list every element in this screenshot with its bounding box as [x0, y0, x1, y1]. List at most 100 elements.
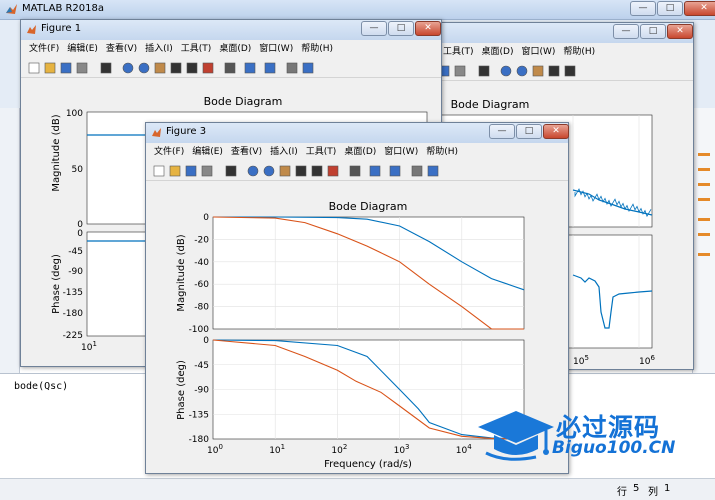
figure3-minimize-button[interactable]: —	[489, 124, 515, 139]
hide-tools-icon[interactable]	[410, 164, 424, 178]
print-icon[interactable]	[453, 64, 467, 78]
x-tick-label: 101	[269, 443, 285, 456]
insert-legend-icon[interactable]	[388, 164, 402, 178]
figure1-menu-item[interactable]: 查看(V)	[106, 40, 137, 58]
figure1-phase-tick-0: 0	[77, 229, 83, 239]
figure2-menu-item[interactable]: 帮助(H)	[563, 43, 595, 61]
figure1-phase-tick-180: -180	[63, 309, 84, 319]
save-icon[interactable]	[184, 164, 198, 178]
main-minimize-button[interactable]: —	[630, 1, 656, 16]
figure2-close-button[interactable]: ✕	[667, 24, 693, 39]
figure1-menu-item[interactable]: 文件(F)	[29, 40, 59, 58]
figure1-menu-item[interactable]: 桌面(D)	[219, 40, 251, 58]
figure1-menu-item[interactable]: 插入(I)	[145, 40, 173, 58]
data-cursor-icon[interactable]	[185, 61, 199, 75]
mag-tick-label: -60	[194, 280, 209, 290]
main-window-title: MATLAB R2018a	[22, 3, 105, 14]
x-tick-label: 100	[207, 443, 223, 456]
open-folder-icon[interactable]	[168, 164, 182, 178]
pan-icon[interactable]	[531, 64, 545, 78]
rotate-icon[interactable]	[294, 164, 308, 178]
figure1-maximize-button[interactable]: □	[388, 21, 414, 36]
show-tools-icon[interactable]	[426, 164, 440, 178]
figure2-menu-item[interactable]: 桌面(D)	[482, 43, 514, 61]
pan-icon[interactable]	[278, 164, 292, 178]
print-icon[interactable]	[200, 164, 214, 178]
insert-colorbar-icon[interactable]	[368, 164, 382, 178]
insert-legend-icon[interactable]	[263, 61, 277, 75]
brush-icon[interactable]	[201, 61, 215, 75]
figure2-minimize-button[interactable]: —	[613, 24, 639, 39]
link-icon[interactable]	[348, 164, 362, 178]
figure2-titlebar: — □ ✕	[399, 23, 693, 43]
zoom-in-icon[interactable]	[121, 61, 135, 75]
figure1-titlebar: Figure 1 — □ ✕	[21, 20, 441, 40]
figure2-maximize-button[interactable]: □	[640, 24, 666, 39]
figure1-mag-tick-50: 50	[72, 165, 84, 175]
figure3-menu-item[interactable]: 帮助(H)	[426, 143, 458, 161]
data-cursor-icon[interactable]	[563, 64, 577, 78]
graduation-cap-icon	[478, 411, 554, 461]
figure1-xtick-1: 101	[81, 340, 97, 353]
figure1-phase-ylabel: Phase (deg)	[51, 254, 62, 314]
figure2-xtick-1: 105	[573, 354, 589, 367]
figure2-menu-item[interactable]: 工具(T)	[443, 43, 474, 61]
figure3-title: Figure 3	[166, 126, 207, 137]
figure1-title: Figure 1	[41, 23, 82, 34]
pan-icon[interactable]	[153, 61, 167, 75]
figure1-menu-item[interactable]: 工具(T)	[181, 40, 212, 58]
rotate-icon[interactable]	[169, 61, 183, 75]
new-file-icon[interactable]	[27, 61, 41, 75]
figure1-menu-item[interactable]: 帮助(H)	[301, 40, 333, 58]
figure3-menu-item[interactable]: 编辑(E)	[192, 143, 223, 161]
figure3-maximize-button[interactable]: □	[516, 124, 542, 139]
figure3-menu-item[interactable]: 桌面(D)	[344, 143, 376, 161]
figure3-menu-item[interactable]: 工具(T)	[306, 143, 337, 161]
x-tick-label: 104	[456, 443, 472, 456]
figure3-window-controls: — □ ✕	[489, 124, 569, 139]
pointer-icon[interactable]	[99, 61, 113, 75]
figure3-menu-item[interactable]: 文件(F)	[154, 143, 184, 161]
figure1-menu-item[interactable]: 窗口(W)	[259, 40, 293, 58]
link-icon[interactable]	[223, 61, 237, 75]
figure1-minimize-button[interactable]: —	[361, 21, 387, 36]
figure2-menu-item[interactable]: 窗口(W)	[521, 43, 555, 61]
figure2-window-controls: — □ ✕	[613, 24, 693, 39]
pointer-icon[interactable]	[224, 164, 238, 178]
pointer-icon[interactable]	[477, 64, 491, 78]
figure3-menu-item[interactable]: 窗口(W)	[384, 143, 418, 161]
left-panel	[0, 108, 20, 373]
show-tools-icon[interactable]	[301, 61, 315, 75]
figure3-mag-axes	[212, 216, 525, 330]
figure1-phase-tick-225: -225	[63, 331, 83, 341]
brush-icon[interactable]	[326, 164, 340, 178]
watermark-url: Biguo100.CN	[552, 438, 676, 458]
figure3-menu-item[interactable]: 插入(I)	[270, 143, 298, 161]
figure3-menu-item[interactable]: 查看(V)	[231, 143, 262, 161]
zoom-out-icon[interactable]	[515, 64, 529, 78]
zoom-in-icon[interactable]	[246, 164, 260, 178]
save-icon[interactable]	[59, 61, 73, 75]
status-col-label: 列	[648, 487, 658, 498]
open-folder-icon[interactable]	[43, 61, 57, 75]
insert-colorbar-icon[interactable]	[243, 61, 257, 75]
new-file-icon[interactable]	[152, 164, 166, 178]
figure1-menu-item[interactable]: 编辑(E)	[67, 40, 98, 58]
data-cursor-icon[interactable]	[310, 164, 324, 178]
main-maximize-button[interactable]: □	[657, 1, 683, 16]
figure3-plot-title: Bode Diagram	[329, 200, 408, 213]
figure3-close-button[interactable]: ✕	[543, 124, 569, 139]
main-titlebar: MATLAB R2018a — □ ✕	[0, 0, 715, 20]
print-icon[interactable]	[75, 61, 89, 75]
panel-marker	[698, 233, 710, 236]
rotate-icon[interactable]	[547, 64, 561, 78]
main-close-button[interactable]: ✕	[684, 1, 715, 16]
hide-tools-icon[interactable]	[285, 61, 299, 75]
zoom-in-icon[interactable]	[499, 64, 513, 78]
phase-tick-label: 0	[203, 336, 209, 346]
figure1-close-button[interactable]: ✕	[415, 21, 441, 36]
phase-tick-label: -45	[194, 361, 209, 371]
zoom-out-icon[interactable]	[137, 61, 151, 75]
zoom-out-icon[interactable]	[262, 164, 276, 178]
status-row-label: 行	[617, 487, 627, 498]
